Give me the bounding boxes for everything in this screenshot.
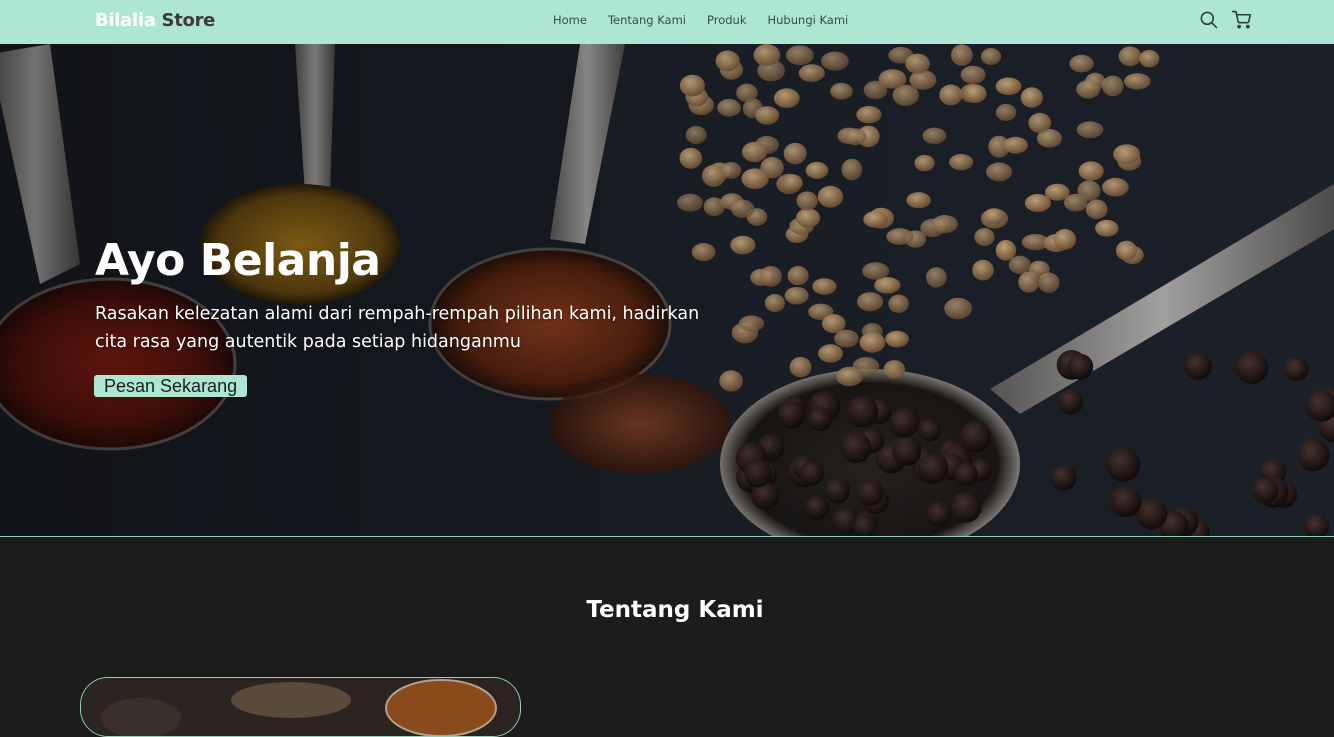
cart-icon[interactable] <box>1232 10 1251 29</box>
about-title: Tentang Kami <box>586 597 764 623</box>
brand-logo[interactable]: Bilalia Store <box>95 10 215 32</box>
hero-subtitle: Rasakan kelezatan alami dari rempah-remp… <box>95 304 700 352</box>
nav-link-produk[interactable]: Produk <box>707 13 747 27</box>
order-now-button[interactable]: Pesan Sekarang <box>94 375 248 397</box>
navbar: Bilalia Store Home Tentang Kami Produk H… <box>0 0 1334 44</box>
brand-name-part2: Store <box>155 10 216 31</box>
nav-link-hubungi-kami[interactable]: Hubungi Kami <box>768 13 849 27</box>
search-icon[interactable] <box>1199 10 1218 29</box>
nav-link-home[interactable]: Home <box>553 13 587 27</box>
about-section: Tentang Kami <box>0 537 1334 737</box>
nav-link-tentang-kami[interactable]: Tentang Kami <box>608 13 686 27</box>
nav-menu: Home Tentang Kami Produk Hubungi Kami <box>553 13 848 27</box>
about-image <box>80 677 521 737</box>
brand-name-part1: Bilalia <box>95 10 156 31</box>
nav-icons <box>1199 10 1251 29</box>
hero-section: Ayo Belanja Rasakan kelezatan alami dari… <box>0 44 1334 536</box>
hero-title: Ayo Belanja <box>95 235 381 286</box>
spices-background-image <box>0 44 1334 536</box>
